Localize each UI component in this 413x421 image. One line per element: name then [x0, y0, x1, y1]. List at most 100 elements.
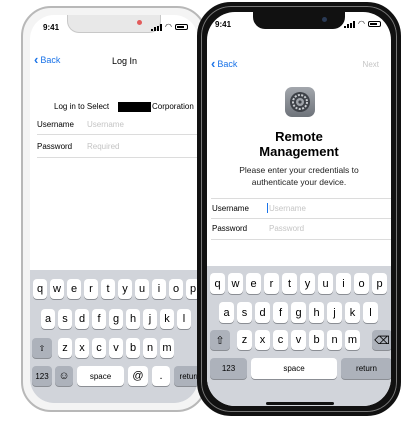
key-u[interactable]: u	[318, 273, 333, 294]
shift-key[interactable]: ⇧	[32, 338, 52, 358]
home-indicator	[266, 402, 334, 405]
emoji-key[interactable]: ☺	[55, 366, 73, 386]
key-i[interactable]: i	[336, 273, 351, 294]
key-i[interactable]: i	[152, 279, 166, 299]
key-g[interactable]: g	[291, 302, 306, 323]
key-l[interactable]: l	[177, 309, 191, 329]
key-w[interactable]: w	[228, 273, 243, 294]
dot-key[interactable]: .	[152, 366, 170, 386]
key-j[interactable]: j	[327, 302, 342, 323]
key-a[interactable]: a	[41, 309, 55, 329]
key-z[interactable]: z	[58, 338, 72, 358]
numbers-key[interactable]: 123	[32, 366, 52, 386]
key-y[interactable]: y	[118, 279, 132, 299]
key-y[interactable]: y	[300, 273, 315, 294]
page-title: Remote Management	[259, 129, 339, 159]
key-u[interactable]: u	[135, 279, 149, 299]
status-bar: 9:41 ◠	[30, 23, 198, 35]
back-button[interactable]: ‹ Back	[211, 56, 238, 71]
key-g[interactable]: g	[109, 309, 123, 329]
key-f[interactable]: f	[273, 302, 288, 323]
key-d[interactable]: d	[255, 302, 270, 323]
key-c[interactable]: c	[92, 338, 106, 358]
password-input[interactable]: Required	[87, 142, 119, 151]
username-input[interactable]: Username	[269, 204, 306, 213]
key-c[interactable]: c	[273, 330, 288, 350]
back-button[interactable]: ‹ Back	[34, 52, 61, 67]
key-s[interactable]: s	[237, 302, 252, 323]
key-h[interactable]: h	[126, 309, 140, 329]
key-k[interactable]: k	[345, 302, 360, 323]
key-a[interactable]: a	[219, 302, 234, 323]
key-r[interactable]: r	[264, 273, 279, 294]
status-bar: 9:41 ◠	[207, 20, 391, 32]
space-key[interactable]: space	[77, 366, 124, 386]
key-n[interactable]: n	[327, 330, 342, 350]
delete-key[interactable]: ⌫	[372, 330, 391, 350]
key-j[interactable]: j	[143, 309, 157, 329]
back-button-label: Back	[217, 59, 238, 69]
key-m[interactable]: m	[160, 338, 174, 358]
divider	[211, 218, 391, 219]
signal-icon	[151, 23, 163, 31]
status-time: 9:41	[43, 23, 60, 32]
username-input[interactable]: Username	[87, 120, 124, 129]
battery-icon	[368, 21, 381, 27]
key-t[interactable]: t	[282, 273, 297, 294]
key-o[interactable]: o	[354, 273, 369, 294]
page-subtitle: Please enter your credentials to authent…	[239, 165, 359, 187]
username-label: Username	[37, 120, 74, 129]
key-w[interactable]: w	[50, 279, 64, 299]
keyboard: qwertyuiop asdfghjkl zxcvbnm ⇧ 123 ☺ spa…	[30, 270, 198, 403]
divider	[37, 134, 198, 135]
key-x[interactable]: x	[75, 338, 89, 358]
key-s[interactable]: s	[58, 309, 72, 329]
signal-icon	[344, 20, 356, 28]
front-phone-screen: 9:41 ◠ ‹ Back Next Remote Management Ple…	[207, 12, 391, 406]
key-p[interactable]: p	[372, 273, 387, 294]
key-d[interactable]: d	[75, 309, 89, 329]
key-q[interactable]: q	[33, 279, 47, 299]
key-f[interactable]: f	[92, 309, 106, 329]
key-v[interactable]: v	[109, 338, 123, 358]
key-e[interactable]: e	[67, 279, 81, 299]
username-label: Username	[212, 204, 249, 213]
space-key[interactable]: space	[251, 358, 337, 379]
key-m[interactable]: m	[345, 330, 360, 350]
return-key[interactable]: return	[174, 366, 198, 386]
at-key[interactable]: @	[128, 366, 148, 386]
next-button[interactable]: Next	[363, 60, 379, 69]
settings-gear-icon	[285, 87, 315, 117]
back-phone-screen: 9:41 ◠ ‹ Back Log In Log in to Select Co…	[30, 15, 198, 403]
key-b[interactable]: b	[126, 338, 140, 358]
chevron-left-icon: ‹	[211, 56, 216, 71]
password-input[interactable]: Password	[269, 224, 304, 233]
key-v[interactable]: v	[291, 330, 306, 350]
key-r[interactable]: r	[84, 279, 98, 299]
key-l[interactable]: l	[363, 302, 378, 323]
shift-key[interactable]: ⇧	[210, 330, 230, 350]
divider	[211, 198, 391, 199]
text-cursor	[267, 203, 268, 213]
key-x[interactable]: x	[255, 330, 270, 350]
key-n[interactable]: n	[143, 338, 157, 358]
key-z[interactable]: z	[237, 330, 252, 350]
page-title: Log In	[112, 56, 138, 66]
return-key[interactable]: return	[341, 358, 391, 379]
key-o[interactable]: o	[169, 279, 183, 299]
numbers-key[interactable]: 123	[210, 358, 247, 379]
keyboard: qwertyuiop asdfghjkl zxcvbnm ⇧ ⌫ 123 spa…	[207, 266, 391, 406]
back-phone: 9:41 ◠ ‹ Back Log In Log in to Select Co…	[21, 6, 207, 412]
key-k[interactable]: k	[160, 309, 174, 329]
front-phone: 9:41 ◠ ‹ Back Next Remote Management Ple…	[197, 2, 401, 416]
redacted-company-name	[118, 102, 151, 112]
key-b[interactable]: b	[309, 330, 324, 350]
key-t[interactable]: t	[101, 279, 115, 299]
battery-icon	[175, 24, 188, 30]
key-h[interactable]: h	[309, 302, 324, 323]
key-e[interactable]: e	[246, 273, 261, 294]
wifi-icon: ◠	[358, 19, 365, 28]
key-q[interactable]: q	[210, 273, 225, 294]
chevron-left-icon: ‹	[34, 52, 39, 67]
back-button-label: Back	[40, 55, 61, 65]
